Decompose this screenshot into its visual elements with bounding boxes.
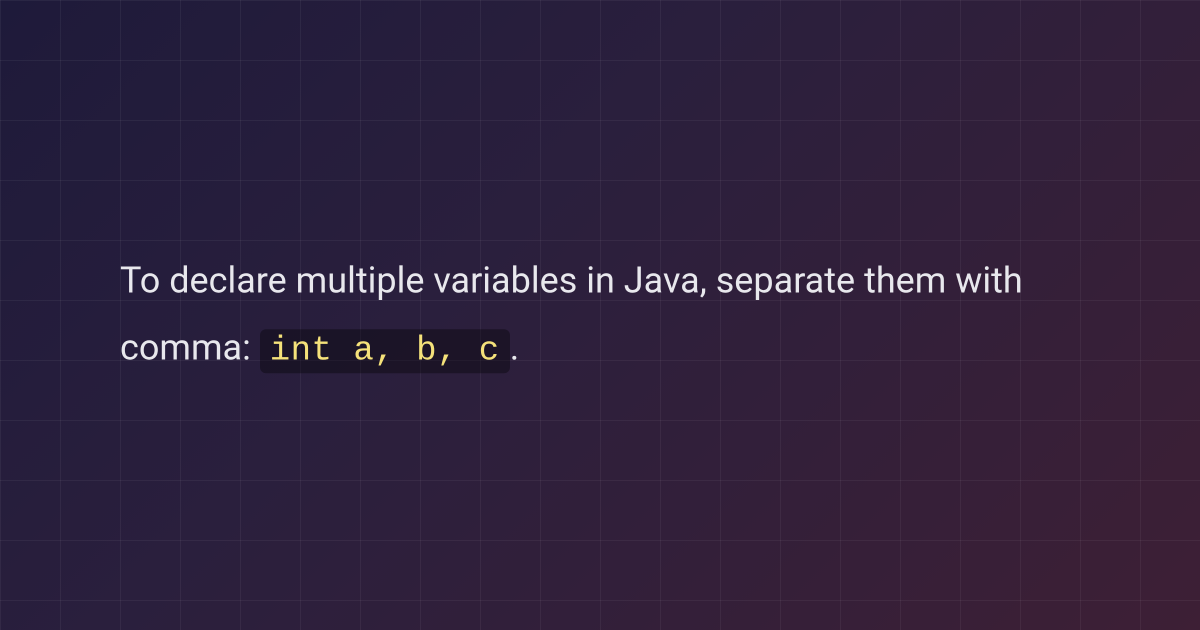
text-after-code: .	[510, 326, 520, 368]
explanation-text: To declare multiple variables in Java, s…	[120, 247, 1080, 382]
text-before-code: To declare multiple variables in Java, s…	[120, 259, 1023, 368]
code-snippet: int a, b, c	[260, 329, 510, 373]
